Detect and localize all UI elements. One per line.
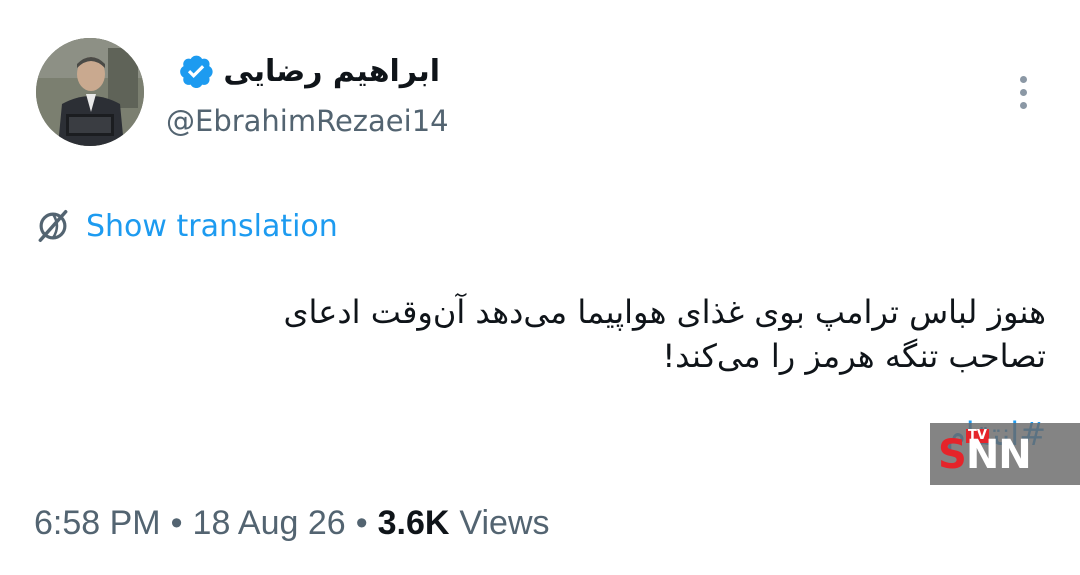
meta-separator: • bbox=[355, 503, 368, 542]
verified-badge-icon bbox=[180, 55, 213, 89]
author-name-row[interactable]: ابراهیم رضایی bbox=[177, 48, 440, 94]
more-vertical-icon[interactable] bbox=[1012, 72, 1036, 112]
dot bbox=[1020, 102, 1027, 109]
tweet-text-line: تصاحب تنگه هرمز را می‌کند! bbox=[662, 337, 1046, 375]
tweet-meta: 6:58 PM • 18 Aug 26 • 3.6K Views bbox=[34, 500, 550, 546]
avatar-photo bbox=[36, 38, 144, 146]
tweet-time[interactable]: 6:58 PM bbox=[34, 504, 161, 543]
show-translation-label: Show translation bbox=[86, 208, 338, 244]
tweet-text-line: هنوز لباس ترامپ بوی غذای هواپیما می‌دهد … bbox=[283, 293, 1046, 331]
author-handle[interactable]: @EbrahimRezaei14 bbox=[166, 104, 449, 138]
watermark-logo: SNN bbox=[938, 432, 1032, 478]
author-display-name: ابراهیم رضایی bbox=[223, 53, 440, 89]
watermark-nn: NN bbox=[965, 432, 1032, 478]
views-label: Views bbox=[459, 503, 550, 542]
translate-globe-icon bbox=[38, 210, 68, 242]
views-count[interactable]: 3.6K bbox=[378, 504, 450, 543]
watermark-s: S bbox=[938, 432, 967, 478]
meta-separator: • bbox=[170, 503, 183, 542]
tweet-date[interactable]: 18 Aug 26 bbox=[193, 504, 346, 543]
show-translation-button[interactable]: Show translation bbox=[34, 204, 338, 248]
snn-tv-watermark: TV SNN bbox=[930, 423, 1080, 485]
avatar[interactable] bbox=[36, 38, 144, 146]
dot bbox=[1020, 76, 1027, 83]
tweet-text: هنوز لباس ترامپ بوی غذای هواپیما می‌دهد … bbox=[86, 290, 1046, 378]
dot bbox=[1020, 89, 1027, 96]
